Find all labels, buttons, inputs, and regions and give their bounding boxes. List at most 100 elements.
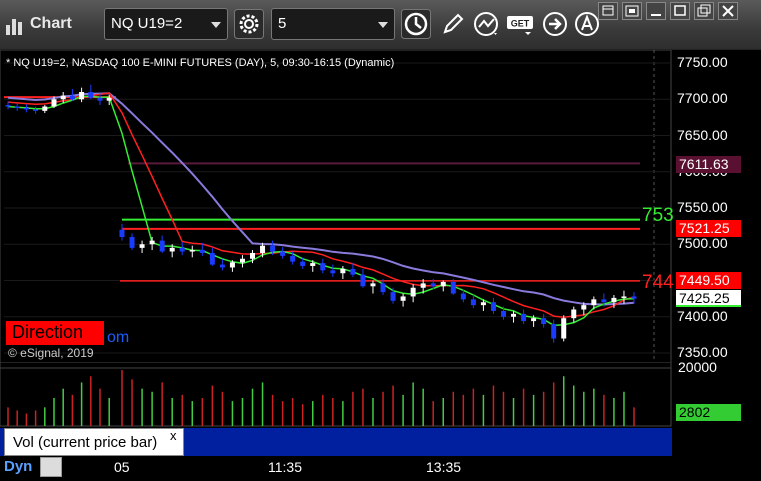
candle-body xyxy=(97,97,103,101)
candle-body xyxy=(300,261,306,266)
candle-body xyxy=(88,92,94,98)
time-tick: 13:35 xyxy=(426,459,462,475)
candle-body xyxy=(250,252,256,259)
candle-body xyxy=(400,296,406,301)
candle-body xyxy=(430,283,436,287)
candle-body xyxy=(460,293,466,300)
interval-value: 5 xyxy=(278,15,287,32)
maroon-level-tag: 7611.63 xyxy=(676,156,741,173)
candle-body xyxy=(480,302,486,306)
chevron-down-icon[interactable] xyxy=(211,22,221,28)
price-axis-label: 7700.00 xyxy=(677,90,728,107)
candle-body xyxy=(500,310,506,317)
time-tick: 11:35 xyxy=(268,459,302,475)
get-button[interactable]: GET xyxy=(506,9,536,39)
candle-body xyxy=(199,250,205,253)
forward-button[interactable] xyxy=(540,9,570,39)
maximize-button[interactable] xyxy=(670,2,690,20)
volume-study-label[interactable]: Vol (current price bar) xyxy=(4,428,184,456)
candle-body xyxy=(340,268,346,274)
candle-body xyxy=(470,299,476,306)
candle-body xyxy=(601,299,607,303)
interval-input[interactable]: 5 xyxy=(271,8,395,40)
candle-body xyxy=(541,318,547,324)
green-ma-line xyxy=(7,95,635,327)
red-line-label: 744 xyxy=(642,272,674,293)
direction-widget[interactable]: Direction xyxy=(6,321,104,345)
chart-header: * NQ U19=2, NASDAQ 100 E-MINI FUTURES (D… xyxy=(6,57,395,69)
pencil-icon xyxy=(443,13,464,34)
candle-body xyxy=(621,296,627,298)
get-label: GET xyxy=(511,19,530,29)
window-menu-button[interactable] xyxy=(598,2,618,20)
copyright: © eSignal, 2019 xyxy=(8,346,94,360)
candle-body xyxy=(149,240,155,245)
minimize-button[interactable] xyxy=(646,2,666,20)
candle-body xyxy=(260,245,266,253)
get-icon: GET xyxy=(507,16,533,35)
lower-red-level-tag: 7449.50 xyxy=(676,272,741,289)
arrow-right-icon xyxy=(543,12,567,36)
candle-body xyxy=(631,296,637,299)
candle-body xyxy=(611,297,617,303)
candle-body xyxy=(531,318,537,322)
volume-study-close-icon[interactable]: x xyxy=(170,428,177,443)
candle-body xyxy=(270,245,276,252)
volume-axis-label: 20000 xyxy=(678,359,717,375)
chevron-down-icon[interactable] xyxy=(378,22,388,28)
chart-app-icon xyxy=(6,19,22,35)
candle-body xyxy=(229,262,235,268)
candle-body xyxy=(490,302,496,311)
draw-tool-button[interactable] xyxy=(438,9,468,39)
candle-body xyxy=(159,240,165,252)
candle-body xyxy=(189,250,195,252)
price-axis-label: 7500.00 xyxy=(677,235,728,252)
dyn-settings-icon[interactable] xyxy=(40,457,62,477)
candle-body xyxy=(591,299,597,306)
candle-body xyxy=(69,95,75,100)
candle-body xyxy=(350,268,356,275)
window-menu-icon xyxy=(602,5,614,16)
candle-body xyxy=(420,283,426,288)
dyn-label[interactable]: Dyn xyxy=(4,458,32,475)
candle-body xyxy=(14,106,20,108)
time-tick: 05 xyxy=(114,459,130,475)
candle-body xyxy=(5,105,11,107)
candle-body xyxy=(239,258,245,263)
fast-ma-line xyxy=(7,92,635,318)
link-icon xyxy=(625,5,639,17)
link-button[interactable] xyxy=(622,2,642,20)
candle-body xyxy=(60,95,66,100)
price-axis-label: 7400.00 xyxy=(677,307,728,324)
candle-body xyxy=(179,247,185,252)
candle-body xyxy=(370,283,376,287)
candle-body xyxy=(521,313,527,322)
candle-body xyxy=(106,97,112,101)
restore-button[interactable] xyxy=(694,2,714,20)
settings-gear-button[interactable] xyxy=(234,9,264,39)
candle-body xyxy=(561,318,567,339)
candle-body xyxy=(219,264,225,268)
candle-body xyxy=(280,251,286,256)
candle-body xyxy=(551,324,557,339)
candle-body xyxy=(410,287,416,297)
studies-button[interactable] xyxy=(472,9,502,39)
candle-body xyxy=(390,292,396,301)
candle-body xyxy=(310,263,316,266)
candle-body xyxy=(380,283,386,293)
candle-body xyxy=(571,309,577,319)
candle-body xyxy=(42,106,48,111)
candle-body xyxy=(511,313,517,317)
time-button[interactable] xyxy=(401,9,431,39)
candle-body xyxy=(581,305,587,310)
candle-body xyxy=(209,252,215,265)
candle-body xyxy=(450,281,456,294)
direction-widget-tail: om xyxy=(107,329,130,346)
candle-body xyxy=(360,274,366,287)
close-button[interactable] xyxy=(718,2,738,20)
volume-chart[interactable] xyxy=(0,362,761,428)
minimize-icon xyxy=(651,14,661,16)
symbol-input[interactable]: NQ U19=2 xyxy=(104,8,228,40)
price-axis-label: 7750.00 xyxy=(677,54,728,70)
green-line-label: 753 xyxy=(642,205,674,226)
